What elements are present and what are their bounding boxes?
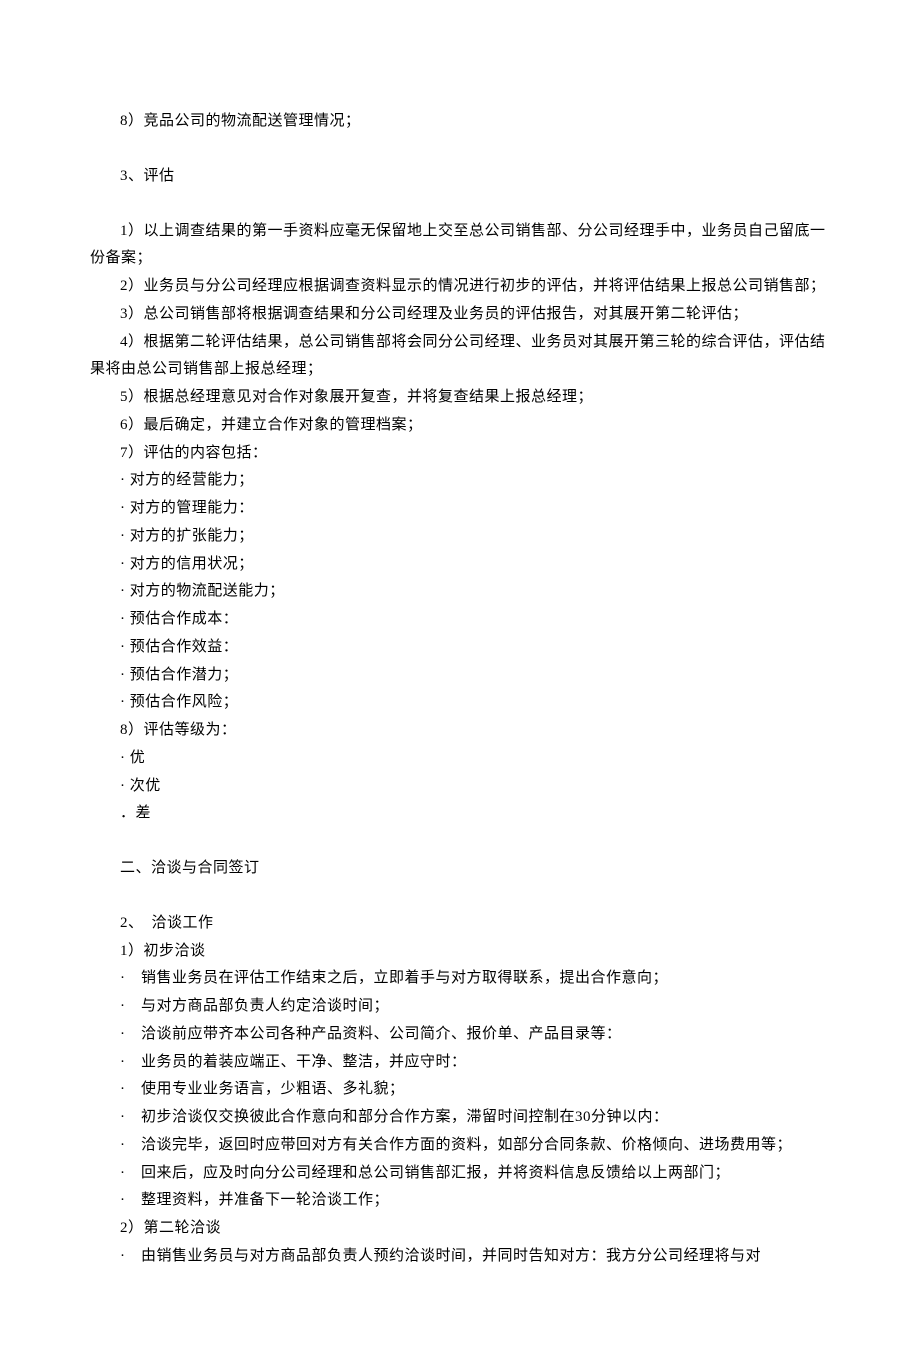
blank-line — [90, 828, 830, 855]
text-line: · 洽谈前应带齐本公司各种产品资料、公司简介、报价单、产品目录等： — [90, 1021, 830, 1049]
text-line: 6）最后确定，并建立合作对象的管理档案； — [90, 412, 830, 440]
text-line: · 次优 — [90, 773, 830, 801]
text-line: · 对方的信用状况； — [90, 551, 830, 579]
text-line: ．差 — [90, 800, 830, 828]
text-line: 二、洽谈与合同签订 — [90, 855, 830, 883]
text-line: · 由销售业务员与对方商品部负责人预约洽谈时间，并同时告知对方：我方分公司经理将… — [90, 1243, 830, 1271]
text-line: 1）初步洽谈 — [90, 938, 830, 966]
text-line: · 回来后，应及时向分公司经理和总公司销售部汇报，并将资料信息反馈给以上两部门； — [90, 1160, 830, 1188]
text-line: · 销售业务员在评估工作结束之后，立即着手与对方取得联系，提出合作意向； — [90, 965, 830, 993]
text-line: · 初步洽谈仅交换彼此合作意向和部分合作方案，滞留时间控制在30分钟以内： — [90, 1104, 830, 1132]
text-line: · 预估合作风险； — [90, 689, 830, 717]
text-line: · 整理资料，并准备下一轮洽谈工作； — [90, 1187, 830, 1215]
text-line: 8）评估等级为： — [90, 717, 830, 745]
text-line: · 预估合作成本： — [90, 606, 830, 634]
text-line: · 与对方商品部负责人约定洽谈时间； — [90, 993, 830, 1021]
text-line: · 预估合作潜力； — [90, 662, 830, 690]
text-line: 2）业务员与分公司经理应根据调查资料显示的情况进行初步的评估，并将评估结果上报总… — [90, 273, 830, 301]
text-line: 2）第二轮洽谈 — [90, 1215, 830, 1243]
text-line: 4）根据第二轮评估结果，总公司销售部将会同分公司经理、业务员对其展开第三轮的综合… — [90, 329, 830, 385]
text-line: · 对方的物流配送能力； — [90, 578, 830, 606]
blank-line — [90, 136, 830, 163]
text-line: 3、评估 — [90, 163, 830, 191]
text-line: · 预估合作效益： — [90, 634, 830, 662]
text-line: · 业务员的着装应端正、干净、整洁，并应守时： — [90, 1049, 830, 1077]
document-page: 8）竞品公司的物流配送管理情况； 3、评估 1）以上调查结果的第一手资料应毫无保留地… — [0, 0, 920, 1361]
text-line: · 对方的经营能力； — [90, 467, 830, 495]
text-line: · 对方的管理能力： — [90, 495, 830, 523]
text-line: · 对方的扩张能力； — [90, 523, 830, 551]
text-line: · 使用专业业务语言，少粗语、多礼貌； — [90, 1076, 830, 1104]
text-line: 8）竞品公司的物流配送管理情况； — [90, 108, 830, 136]
document-body: 8）竞品公司的物流配送管理情况； 3、评估 1）以上调查结果的第一手资料应毫无保留地… — [90, 108, 830, 1271]
text-line: 7）评估的内容包括： — [90, 440, 830, 468]
blank-line — [90, 883, 830, 910]
text-line: · 洽谈完毕，返回时应带回对方有关合作方面的资料，如部分合同条款、价格倾向、进场… — [90, 1132, 830, 1160]
text-line: 2、 洽谈工作 — [90, 910, 830, 938]
blank-line — [90, 191, 830, 218]
text-line: 5）根据总经理意见对合作对象展开复查，并将复查结果上报总经理； — [90, 384, 830, 412]
text-line: 3）总公司销售部将根据调查结果和分公司经理及业务员的评估报告，对其展开第二轮评估… — [90, 301, 830, 329]
text-line: 1）以上调查结果的第一手资料应毫无保留地上交至总公司销售部、分公司经理手中，业务… — [90, 218, 830, 274]
text-line: · 优 — [90, 745, 830, 773]
